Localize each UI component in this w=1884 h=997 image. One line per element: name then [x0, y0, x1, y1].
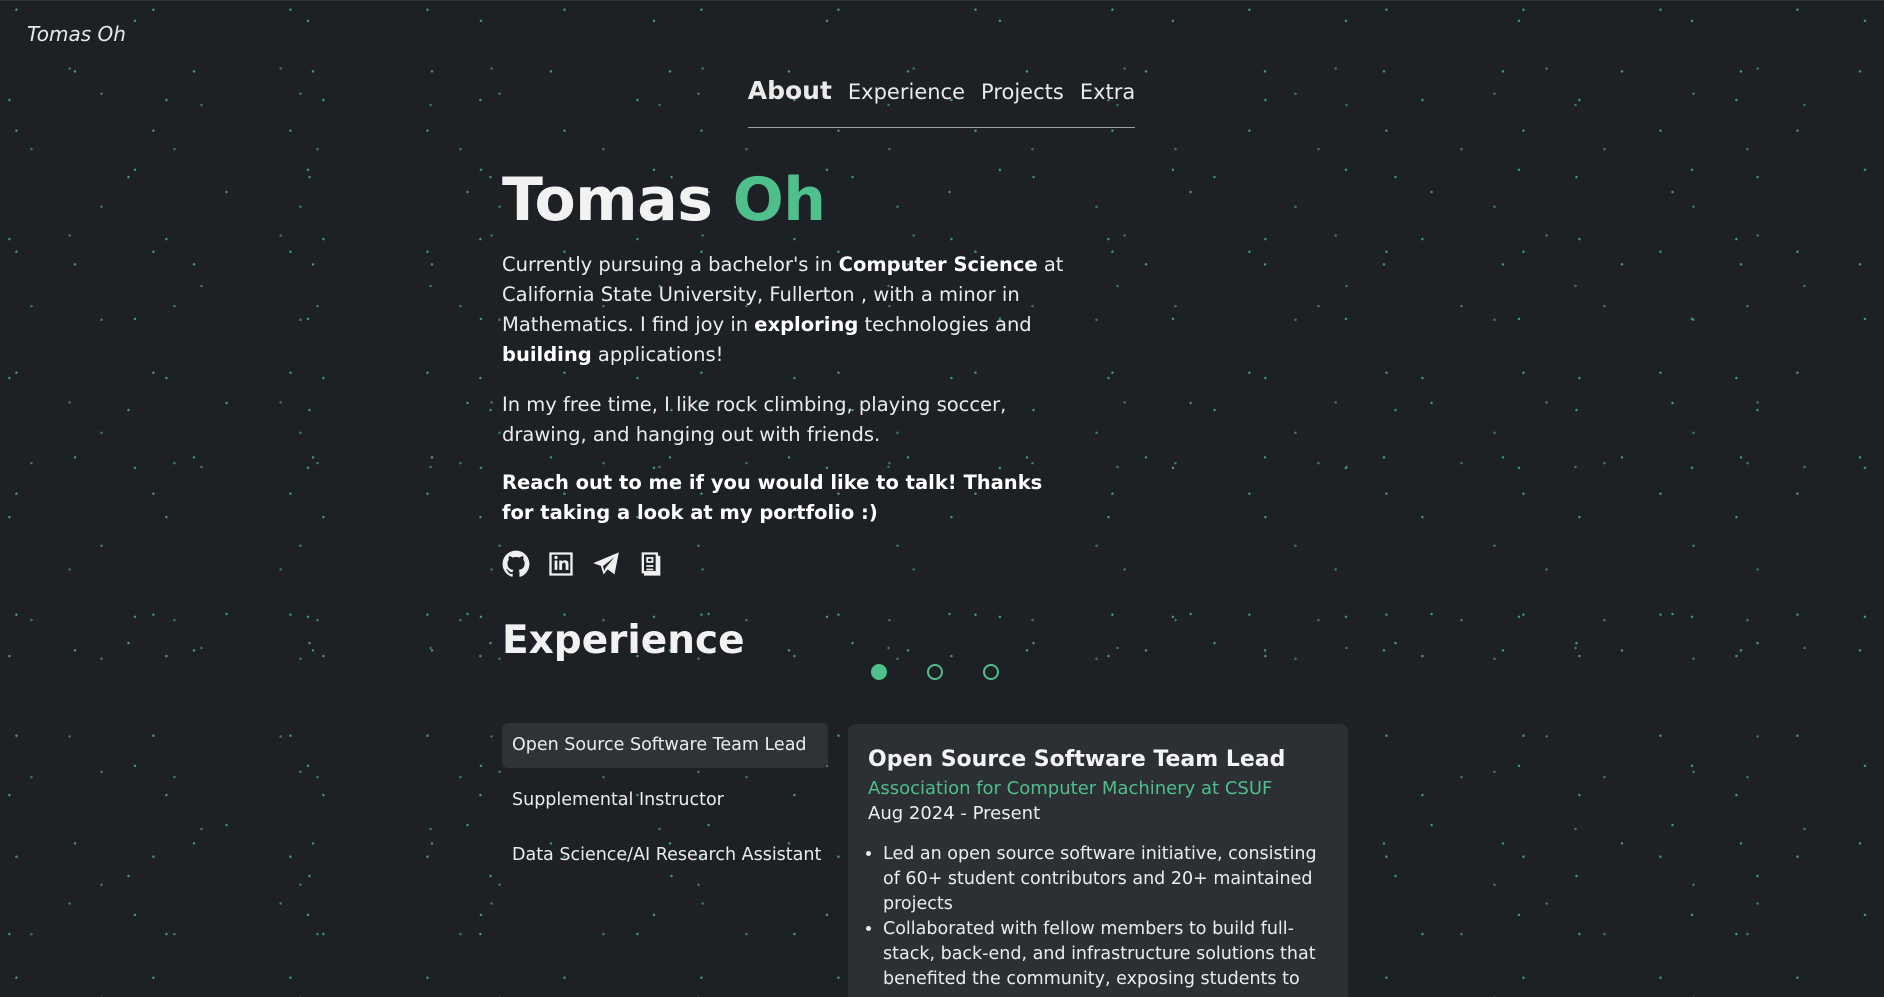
- hero-name: Tomas Oh: [502, 164, 1072, 236]
- portfolio-page: Tomas Oh About Experience Projects Extra…: [0, 0, 1884, 997]
- nav-extra[interactable]: Extra: [1080, 80, 1135, 104]
- about-paragraph-2: In my free time, I like rock climbing, p…: [502, 393, 1007, 446]
- about-emphasis-building: building: [502, 343, 592, 366]
- experience-bullet: Collaborated with fellow members to buil…: [883, 917, 1328, 992]
- experience-detail-card: Open Source Software Team Lead Associati…: [848, 724, 1348, 997]
- top-border: [0, 0, 1884, 1]
- about-emphasis-cs: Computer Science: [838, 253, 1038, 276]
- about-emphasis-exploring: exploring: [754, 313, 859, 336]
- telegram-icon[interactable]: [592, 550, 620, 578]
- github-icon[interactable]: [502, 550, 530, 578]
- about-section: Tomas Oh Currently pursuing a bachelor's…: [502, 164, 1072, 578]
- hero-last-name: Oh: [732, 165, 826, 235]
- nav-about[interactable]: About: [748, 78, 832, 103]
- experience-date: Aug 2024 - Present: [868, 803, 1041, 824]
- carousel-dot-1[interactable]: [871, 664, 887, 680]
- main-nav: About Experience Projects Extra: [748, 78, 1135, 128]
- nav-projects[interactable]: Projects: [981, 80, 1064, 104]
- experience-heading: Experience: [502, 618, 745, 663]
- experience-bullet: Led an open source software initiative, …: [883, 842, 1328, 917]
- about-text: applications!: [591, 343, 724, 366]
- social-links: [502, 550, 1072, 578]
- experience-tab-supplemental-instructor[interactable]: Supplemental Instructor: [502, 778, 828, 823]
- brand-logo[interactable]: Tomas Oh: [27, 22, 126, 46]
- about-paragraph-1: Currently pursuing a bachelor's in Compu…: [502, 250, 1072, 370]
- about-paragraph-3: Reach out to me if you would like to tal…: [502, 471, 1043, 524]
- experience-role-title: Open Source Software Team Lead: [868, 747, 1286, 772]
- hero-first-name: Tomas: [502, 165, 713, 235]
- nav-experience[interactable]: Experience: [848, 80, 965, 104]
- experience-bullets: Led an open source software initiative, …: [868, 842, 1328, 992]
- experience-tab-oss-lead[interactable]: Open Source Software Team Lead: [502, 723, 828, 768]
- carousel-dots: [871, 664, 999, 680]
- about-text: Currently pursuing a bachelor's in: [502, 253, 839, 276]
- linkedin-icon[interactable]: [547, 550, 575, 578]
- about-text: technologies and: [858, 313, 1032, 336]
- experience-list: Open Source Software Team Lead Supplemen…: [502, 723, 828, 888]
- experience-organization[interactable]: Association for Computer Machinery at CS…: [868, 776, 1328, 802]
- carousel-dot-2[interactable]: [927, 664, 943, 680]
- carousel-dot-3[interactable]: [983, 664, 999, 680]
- resume-icon[interactable]: [637, 550, 665, 578]
- experience-tab-research-assistant[interactable]: Data Science/AI Research Assistant: [502, 833, 828, 878]
